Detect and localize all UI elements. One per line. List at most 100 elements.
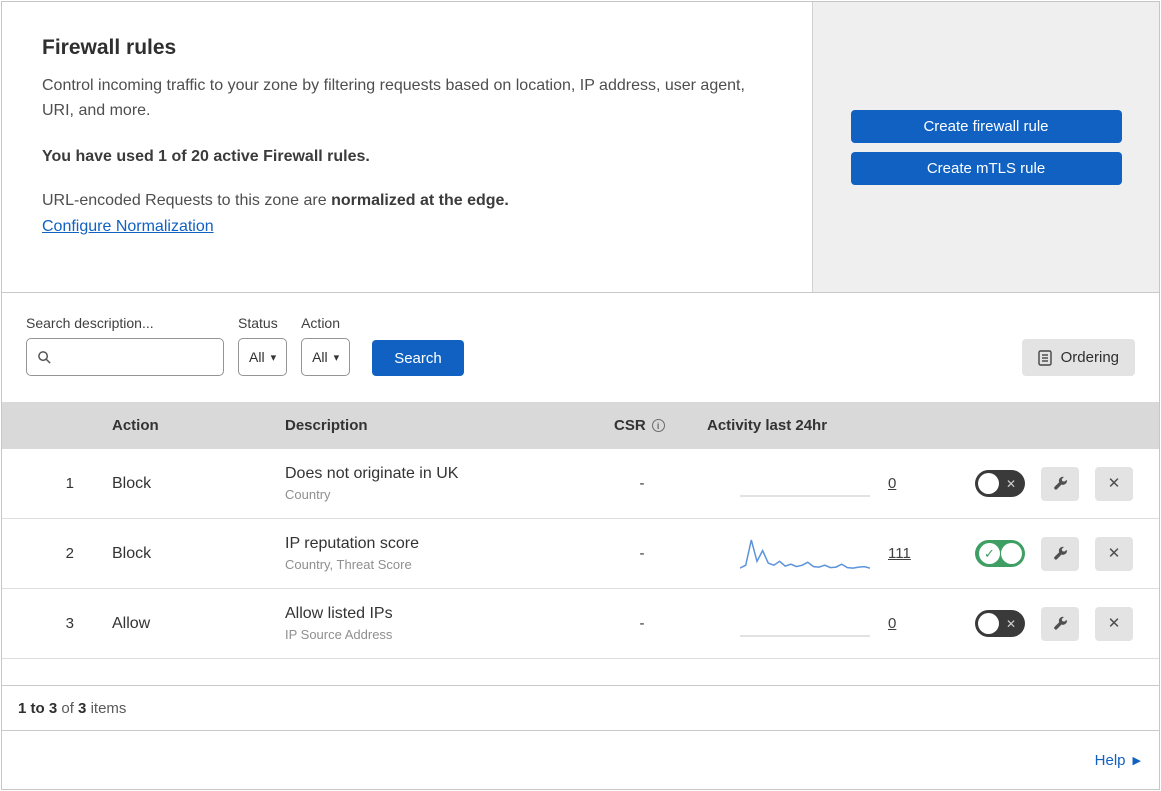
delete-rule-button[interactable]: ✕ (1095, 536, 1133, 571)
usage-summary: You have used 1 of 20 active Firewall ru… (42, 147, 370, 165)
action-dropdown-value: All (312, 349, 328, 365)
rule-description: Allow listed IPs (285, 605, 393, 622)
csr-header-label: CSR (614, 417, 646, 434)
status-filter-group: Status All ▾ (238, 315, 288, 376)
search-button[interactable]: Search (372, 340, 464, 376)
delete-rule-button[interactable]: ✕ (1095, 606, 1133, 641)
rule-fields: Country (285, 487, 331, 502)
rules-table: Action Description CSR i Activity last 2… (2, 402, 1159, 659)
chevron-down-icon: ▾ (333, 351, 340, 364)
table-row: 2 Block IP reputation score Country, Thr… (2, 519, 1159, 589)
rule-fields: Country, Threat Score (285, 557, 412, 572)
rule-action: Block (112, 474, 152, 492)
rule-csr: - (639, 615, 645, 632)
rule-description: Does not originate in UK (285, 465, 459, 482)
rule-priority: 3 (65, 615, 74, 632)
normalization-note: URL-encoded Requests to this zone are no… (42, 192, 772, 210)
x-icon: ✕ (1005, 476, 1016, 491)
table-header-row: Action Description CSR i Activity last 2… (2, 402, 1159, 449)
pagination-of: of (61, 700, 74, 717)
pagination-range: 1 to 3 (18, 700, 58, 717)
toggle-knob (978, 613, 999, 634)
rule-enabled-toggle[interactable]: ✓ ✕ (975, 610, 1025, 637)
x-icon: ✕ (1107, 545, 1121, 562)
search-box (26, 338, 224, 376)
activity-count-link[interactable]: 0 (888, 475, 896, 492)
x-icon: ✕ (1107, 475, 1121, 492)
edit-rule-button[interactable] (1041, 606, 1079, 641)
rule-action: Allow (112, 614, 151, 632)
rule-fields: IP Source Address (285, 627, 393, 642)
status-dropdown-value: All (249, 349, 265, 365)
action-dropdown[interactable]: All ▾ (301, 338, 351, 376)
page-header-section: Firewall rules Control incoming traffic … (2, 2, 1159, 293)
help-link[interactable]: Help ▶ (1095, 752, 1141, 769)
activity-count-link[interactable]: 111 (888, 545, 911, 562)
rule-action: Block (112, 544, 152, 562)
chevron-down-icon: ▾ (270, 351, 277, 364)
normalization-bold: normalized at the edge. (331, 191, 509, 209)
search-label: Search description... (26, 315, 154, 331)
rule-description-cell: Allow listed IPs IP Source Address (264, 605, 592, 642)
help-row: Help ▶ (2, 730, 1159, 789)
page-description: Control incoming traffic to your zone by… (42, 77, 745, 119)
rule-controls: ✓ ✕ ✕ (942, 466, 1159, 501)
firewall-rules-page: Firewall rules Control incoming traffic … (1, 1, 1160, 790)
action-label: Action (301, 315, 341, 331)
chevron-right-icon: ▶ (1132, 754, 1141, 767)
delete-rule-button[interactable]: ✕ (1095, 466, 1133, 501)
info-icon: i (651, 419, 665, 432)
wrench-icon (1053, 476, 1068, 491)
activity-count-link[interactable]: 0 (888, 615, 896, 632)
rule-activity-cell: 111 (692, 534, 942, 574)
search-filter-group: Search description... (26, 315, 224, 376)
rule-activity-cell: 0 (692, 604, 942, 644)
wrench-icon (1053, 616, 1068, 631)
rule-controls: ✓ ✕ ✕ (942, 606, 1159, 641)
activity-column-header: Activity last 24hr (707, 417, 828, 434)
rule-csr: - (639, 545, 645, 562)
toggle-knob (1001, 543, 1022, 564)
ordering-button-label: Ordering (1060, 349, 1119, 366)
search-input[interactable] (59, 348, 213, 366)
pagination-summary: 1 to 3 of 3 items (2, 685, 1159, 730)
ordering-button[interactable]: Ordering (1021, 339, 1135, 376)
activity-sparkline (740, 604, 870, 644)
filter-bar: Search description... Status All ▾ Actio… (2, 293, 1159, 402)
edit-rule-button[interactable] (1041, 536, 1079, 571)
pagination-items: items (90, 700, 127, 717)
rule-description-cell: IP reputation score Country, Threat Scor… (264, 535, 592, 572)
edit-rule-button[interactable] (1041, 466, 1079, 501)
rule-controls: ✓ ✕ ✕ (942, 536, 1159, 571)
wrench-icon (1053, 546, 1068, 561)
table-bottom-spacer (2, 659, 1159, 685)
table-row: 1 Block Does not originate in UK Country… (2, 449, 1159, 519)
configure-normalization-link[interactable]: Configure Normalization (42, 218, 214, 235)
pagination-total: 3 (78, 700, 87, 717)
rule-enabled-toggle[interactable]: ✓ ✕ (975, 470, 1025, 497)
rule-enabled-toggle[interactable]: ✓ ✕ (975, 540, 1025, 567)
help-link-label: Help (1094, 751, 1126, 769)
create-mtls-rule-button[interactable]: Create mTLS rule (850, 151, 1122, 185)
status-label: Status (238, 315, 278, 331)
description-column-header: Description (285, 417, 368, 434)
search-icon (37, 350, 52, 365)
rule-priority: 1 (65, 475, 74, 492)
x-icon: ✕ (1005, 616, 1016, 631)
activity-sparkline (740, 534, 870, 574)
toggle-knob (978, 473, 999, 494)
rule-csr: - (639, 475, 645, 492)
intro-block: Firewall rules Control incoming traffic … (2, 2, 812, 292)
page-title: Firewall rules (42, 36, 177, 59)
normalization-prefix: URL-encoded Requests to this zone are (42, 191, 332, 209)
table-row: 3 Allow Allow listed IPs IP Source Addre… (2, 589, 1159, 659)
status-dropdown[interactable]: All ▾ (238, 338, 288, 376)
action-filter-group: Action All ▾ (301, 315, 351, 376)
activity-sparkline (740, 464, 870, 504)
check-icon: ✓ (979, 543, 1000, 564)
csr-column-header: CSR i (592, 417, 692, 434)
create-firewall-rule-button[interactable]: Create firewall rule (850, 109, 1122, 143)
action-column-header: Action (112, 417, 159, 434)
ordering-list-icon (1037, 349, 1052, 366)
x-icon: ✕ (1107, 615, 1121, 632)
